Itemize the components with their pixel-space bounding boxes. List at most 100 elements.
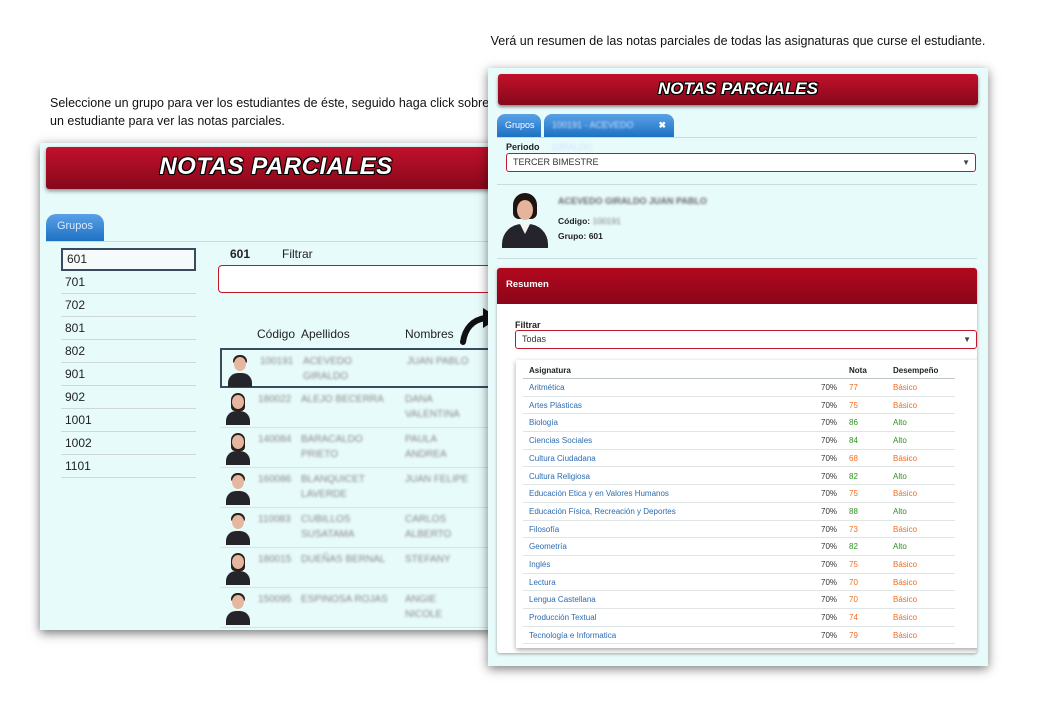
grade-row: Producción Textual 70% 74 Básico [523, 609, 955, 627]
student-nombres: ANGIE NICOLE [405, 594, 443, 620]
group-item[interactable]: 901 [61, 363, 196, 386]
grade-nota: 77 [849, 383, 858, 392]
subject-link[interactable]: Tecnología e Informatica [529, 627, 616, 644]
subject-link[interactable]: Educación Etica y en Valores Humanos [529, 485, 669, 502]
subject-link[interactable]: Lengua Castellana [529, 591, 596, 608]
student-nombres: CARLOS ALBERTO [405, 514, 452, 540]
grade-nota: 84 [849, 436, 858, 446]
grade-desempeno: Básico [893, 630, 918, 640]
student-codigo: 180022 [258, 394, 292, 405]
filter-input[interactable] [218, 265, 500, 293]
subject-link[interactable]: Filosofía [529, 521, 559, 538]
group-item[interactable]: 802 [61, 340, 196, 363]
filtrar-select[interactable]: Todas ▼ [515, 330, 977, 349]
selected-group-code: 601 [230, 247, 251, 261]
student-apellidos: ALEJO BECERRA [301, 394, 384, 405]
student-row[interactable]: 110083 CUBILLOS SUSATAMA CARLOS ALBERTO [220, 508, 500, 548]
subject-link[interactable]: Lectura [529, 574, 556, 591]
grade-percent: 70% [821, 613, 838, 623]
student-row[interactable]: 100191 ACEVEDO GIRALDO JUAN PABLO [220, 348, 500, 388]
col-nota: Nota [849, 366, 867, 375]
student-nombres: PAULA ANDREA [405, 434, 447, 460]
student-codigo: 110083 [258, 514, 291, 525]
grade-nota: 75 [849, 489, 858, 499]
page-banner: NOTAS PARCIALES [46, 147, 500, 189]
periodo-value: TERCER BIMESTRE [513, 157, 599, 167]
group-item[interactable]: 1101 [61, 455, 196, 478]
grade-percent: 70% [821, 506, 838, 516]
subject-link[interactable]: Producción Textual [529, 609, 596, 626]
student-codigo: 150095 [258, 594, 292, 605]
tab-grupos-detail[interactable]: Grupos [497, 114, 541, 138]
student-apellidos: DUEÑAS BERNAL [301, 554, 386, 565]
filtrar-value: Todas [522, 334, 547, 344]
grade-percent: 70% [821, 471, 838, 481]
group-item[interactable]: 902 [61, 386, 196, 409]
subject-link[interactable]: Aritmética [529, 379, 565, 396]
grade-desempeno: Básico [893, 400, 918, 410]
student-row[interactable]: 140084 BARACALDO PRIETO PAULA ANDREA [220, 428, 500, 468]
grade-desempeno: Alto [893, 436, 907, 446]
student-apellidos: ESPINOSA ROJAS [301, 594, 388, 605]
group-item[interactable]: 1001 [61, 409, 196, 432]
group-item[interactable]: 701 [61, 271, 196, 294]
subject-link[interactable]: Artes Plásticas [529, 397, 582, 414]
grade-nota: 70 [849, 595, 858, 605]
grade-percent: 70% [821, 524, 838, 534]
student-avatar [224, 431, 252, 465]
grade-nota: 75 [849, 400, 858, 410]
student-detail-panel: NOTAS PARCIALES Grupos 100191 - ACEVEDO … [488, 68, 988, 666]
grade-desempeno: Básico [893, 524, 918, 534]
group-item[interactable]: 702 [61, 294, 196, 317]
caption-left: Seleccione un grupo para ver los estudia… [50, 96, 490, 128]
student-row[interactable]: 180022 ALEJO BECERRA DANA VALENTINA [220, 388, 500, 428]
col-apellidos: Apellidos [301, 327, 350, 341]
subject-link[interactable]: Geometría [529, 538, 567, 555]
grade-percent: 70% [821, 560, 838, 569]
filter-label: Filtrar [282, 247, 313, 261]
grade-row: Tecnología e Informatica 70% 79 Básico [523, 627, 955, 645]
tab-student-label: 100191 - ACEVEDO GIRALDO [552, 120, 634, 152]
subject-link[interactable]: Cultura Ciudadana [529, 450, 596, 467]
subject-link[interactable]: Ciencias Sociales [529, 432, 592, 449]
student-row[interactable]: 150095 ESPINOSA ROJAS ANGIE NICOLE [220, 588, 500, 628]
grade-row: Cultura Ciudadana 70% 68 Básico [523, 450, 955, 468]
group-item[interactable]: 601 [61, 248, 196, 271]
student-apellidos: BARACALDO PRIETO [301, 434, 363, 460]
student-nombres: DANA VALENTINA [405, 394, 460, 420]
grade-row: Artes Plásticas 70% 75 Básico [523, 397, 955, 415]
grade-desempeno: Básico [893, 595, 918, 605]
student-codigo: Código: 100191 [558, 216, 621, 226]
student-name: ACEVEDO GIRALDO JUAN PABLO [558, 196, 707, 206]
student-avatar [224, 511, 252, 545]
tab-grupos[interactable]: Grupos [46, 214, 104, 242]
group-list: 601 701 702 801 802 901 902 1001 1002 1101 [61, 248, 196, 478]
tab-student[interactable]: 100191 - ACEVEDO GIRALDO ✖ [544, 114, 674, 152]
subject-link[interactable]: Cultura Religiosa [529, 468, 590, 485]
grade-percent: 70% [821, 595, 838, 605]
grade-nota: 74 [849, 613, 858, 623]
grade-row: Geometría 70% 82 Alto [523, 538, 955, 556]
grade-percent: 70% [821, 542, 838, 552]
grade-percent: 70% [821, 383, 838, 392]
grade-desempeno: Alto [893, 471, 907, 481]
group-item[interactable]: 801 [61, 317, 196, 340]
grade-row: Educación Etica y en Valores Humanos 70% 7… [523, 485, 955, 503]
detail-banner: NOTAS PARCIALES [498, 74, 978, 105]
close-icon[interactable]: ✖ [658, 114, 666, 136]
subject-link[interactable]: Educación Física, Recreación y Deportes [529, 503, 676, 520]
group-item[interactable]: 1002 [61, 432, 196, 455]
codigo-value: 100191 [592, 216, 621, 226]
student-nombres: STEFANY [405, 554, 451, 565]
grade-nota: 68 [849, 453, 858, 463]
subject-link[interactable]: Inglés [529, 556, 550, 573]
subject-link[interactable]: Biología [529, 414, 558, 431]
student-row[interactable]: 180015 DUEÑAS BERNAL STEFANY [220, 548, 500, 588]
periodo-select[interactable]: TERCER BIMESTRE ▼ [506, 153, 976, 172]
student-row[interactable]: 160086 BLANQUICET LAVERDE JUAN FELIPE [220, 468, 500, 508]
grade-percent: 70% [821, 577, 838, 587]
grade-percent: 70% [821, 489, 838, 499]
grade-row: Ciencias Sociales 70% 84 Alto [523, 432, 955, 450]
divider [497, 184, 977, 185]
grade-nota: 88 [849, 506, 858, 516]
